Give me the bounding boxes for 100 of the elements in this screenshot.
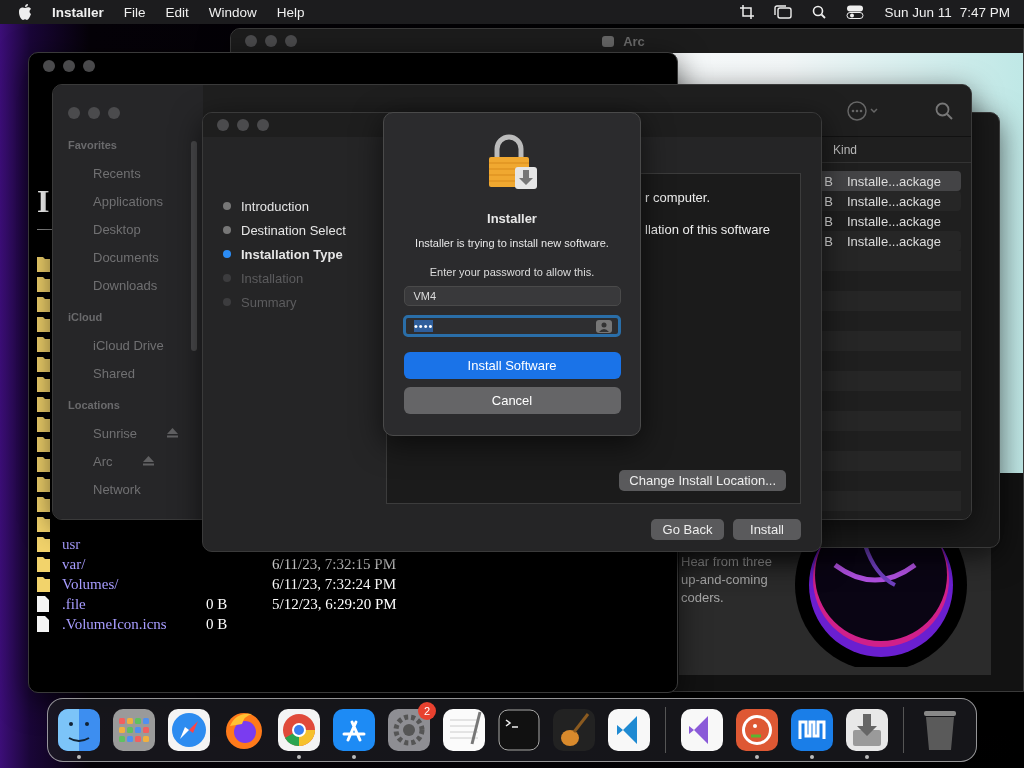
dialog-title: Installer <box>487 211 537 226</box>
install-software-button[interactable]: Install Software <box>403 352 621 379</box>
scrollbar[interactable] <box>191 141 197 351</box>
code-editor-icon[interactable] <box>607 708 651 752</box>
sidebar-row[interactable]: Arc <box>68 447 203 475</box>
menu-item[interactable]: Help <box>276 4 305 20</box>
sidebar-item[interactable]: Documents <box>93 249 159 265</box>
menu-app-name[interactable]: Installer <box>52 4 104 20</box>
duck-icon[interactable] <box>735 708 779 752</box>
finder-icon[interactable] <box>57 708 101 752</box>
menu-item[interactable]: Edit <box>165 4 189 20</box>
kind-cell-text: Installe...ackage <box>846 233 942 249</box>
apple-icon[interactable] <box>18 4 32 20</box>
sidebar-row[interactable]: Documents <box>68 243 203 271</box>
gear-icon[interactable] <box>387 708 431 752</box>
sidebar-row[interactable]: Sunrise <box>68 419 203 447</box>
sidebar-row[interactable]: Shared <box>68 359 203 387</box>
sidebar-item[interactable]: Desktop <box>93 221 141 237</box>
sidebar-row[interactable]: Network <box>68 475 203 503</box>
menu-time[interactable]: 7:47 PM <box>959 4 1010 20</box>
crop-icon[interactable] <box>740 5 755 19</box>
step-label: Summary <box>241 294 297 310</box>
folder-icon <box>37 476 50 492</box>
terminal-icon[interactable] <box>497 708 541 752</box>
sidebar-item[interactable]: Applications <box>93 193 164 209</box>
folder-icon <box>37 316 50 332</box>
trash-icon[interactable] <box>922 708 958 752</box>
sidebar-item[interactable]: Downloads <box>93 277 158 293</box>
compass-icon[interactable] <box>167 708 211 752</box>
sidebar-item[interactable]: Recents <box>93 165 141 181</box>
menu-item[interactable]: Window <box>208 4 257 20</box>
cancel-button[interactable]: Cancel <box>403 387 621 414</box>
sidebar-row[interactable]: Applications <box>68 187 203 215</box>
folder-icon <box>37 496 50 512</box>
eject-icon[interactable] <box>167 428 179 438</box>
file-link[interactable]: usr <box>62 535 206 553</box>
file-link[interactable]: var/ <box>62 555 206 573</box>
guitar-icon[interactable] <box>552 708 596 752</box>
password-field[interactable]: •••• <box>403 315 621 337</box>
notepad-icon[interactable] <box>442 708 486 752</box>
folder-icon <box>37 336 50 352</box>
file-link[interactable]: .file <box>62 595 206 613</box>
size-cell: B <box>824 233 833 249</box>
menu-date[interactable]: Sun Jun 11 <box>884 4 952 20</box>
size-cell: B <box>824 213 833 229</box>
folder-icon <box>37 556 50 572</box>
eject-icon[interactable] <box>142 456 154 466</box>
sidebar-item[interactable]: Arc <box>93 453 113 469</box>
username-field[interactable]: VM4 <box>403 286 621 306</box>
installer-icon[interactable] <box>845 708 889 752</box>
app-icon <box>601 34 616 48</box>
file-size: 0 B <box>206 615 229 633</box>
windows-icon[interactable] <box>774 5 793 19</box>
file-icon <box>37 596 49 612</box>
window-title: Arc <box>623 33 645 49</box>
browser-icon[interactable] <box>790 708 834 752</box>
page-heading: I <box>37 183 50 221</box>
file-icon <box>37 616 49 632</box>
folder-icon <box>37 536 50 552</box>
size-cell: B <box>824 193 833 209</box>
code-editor-icon[interactable] <box>680 708 724 752</box>
nav-button[interactable]: Go Back <box>651 519 724 540</box>
app-store-icon[interactable] <box>332 708 376 752</box>
file-link[interactable]: .VolumeIcon.icns <box>62 615 206 633</box>
step-label: Introduction <box>241 198 309 214</box>
column-header[interactable]: Kind <box>833 142 961 157</box>
folder-icon <box>37 376 50 392</box>
sidebar-row[interactable]: Desktop <box>68 215 203 243</box>
folder-icon <box>37 396 50 412</box>
sidebar-heading: Favorites <box>68 139 118 153</box>
search-icon[interactable] <box>812 5 827 19</box>
sidebar-item[interactable]: Network <box>93 481 141 497</box>
dialog-prompt: Enter your password to allow this. <box>429 266 595 278</box>
step-label: Installation Type <box>241 246 343 262</box>
kind-cell-text: Installe...ackage <box>846 213 942 229</box>
more-icon[interactable] <box>847 100 879 121</box>
sidebar-row[interactable]: Downloads <box>68 271 203 299</box>
file-link[interactable]: Volumes/ <box>62 575 206 593</box>
content-text: r computer. <box>645 190 712 205</box>
change-location-button[interactable]: Change Install Location... <box>619 470 786 491</box>
kind-cell-text: Installe...ackage <box>846 173 942 189</box>
sidebar-heading: Locations <box>68 399 121 413</box>
notification-badge: 2 <box>418 702 436 720</box>
sidebar-item[interactable]: Sunrise <box>93 425 138 441</box>
step-label: Destination Select <box>241 222 346 238</box>
sidebar-item[interactable]: Shared <box>93 365 135 381</box>
step-label: Installation <box>241 270 304 286</box>
sidebar-row[interactable]: Recents <box>68 159 203 187</box>
toggles-icon[interactable] <box>846 5 865 19</box>
sidebar-item[interactable]: iCloud Drive <box>93 337 164 353</box>
file-date: 6/11/23, 7:32:24 PM <box>272 575 398 593</box>
contact-card-icon[interactable] <box>596 319 612 333</box>
menu-item[interactable]: File <box>123 4 146 20</box>
password-text: •••• <box>414 320 434 332</box>
folder-icon <box>37 356 50 372</box>
folder-icon <box>37 436 50 452</box>
sidebar-row[interactable]: iCloud Drive <box>68 331 203 359</box>
chrome-icon[interactable] <box>277 708 321 752</box>
launchpad-icon[interactable] <box>112 708 156 752</box>
nav-button[interactable]: Install <box>733 519 801 540</box>
